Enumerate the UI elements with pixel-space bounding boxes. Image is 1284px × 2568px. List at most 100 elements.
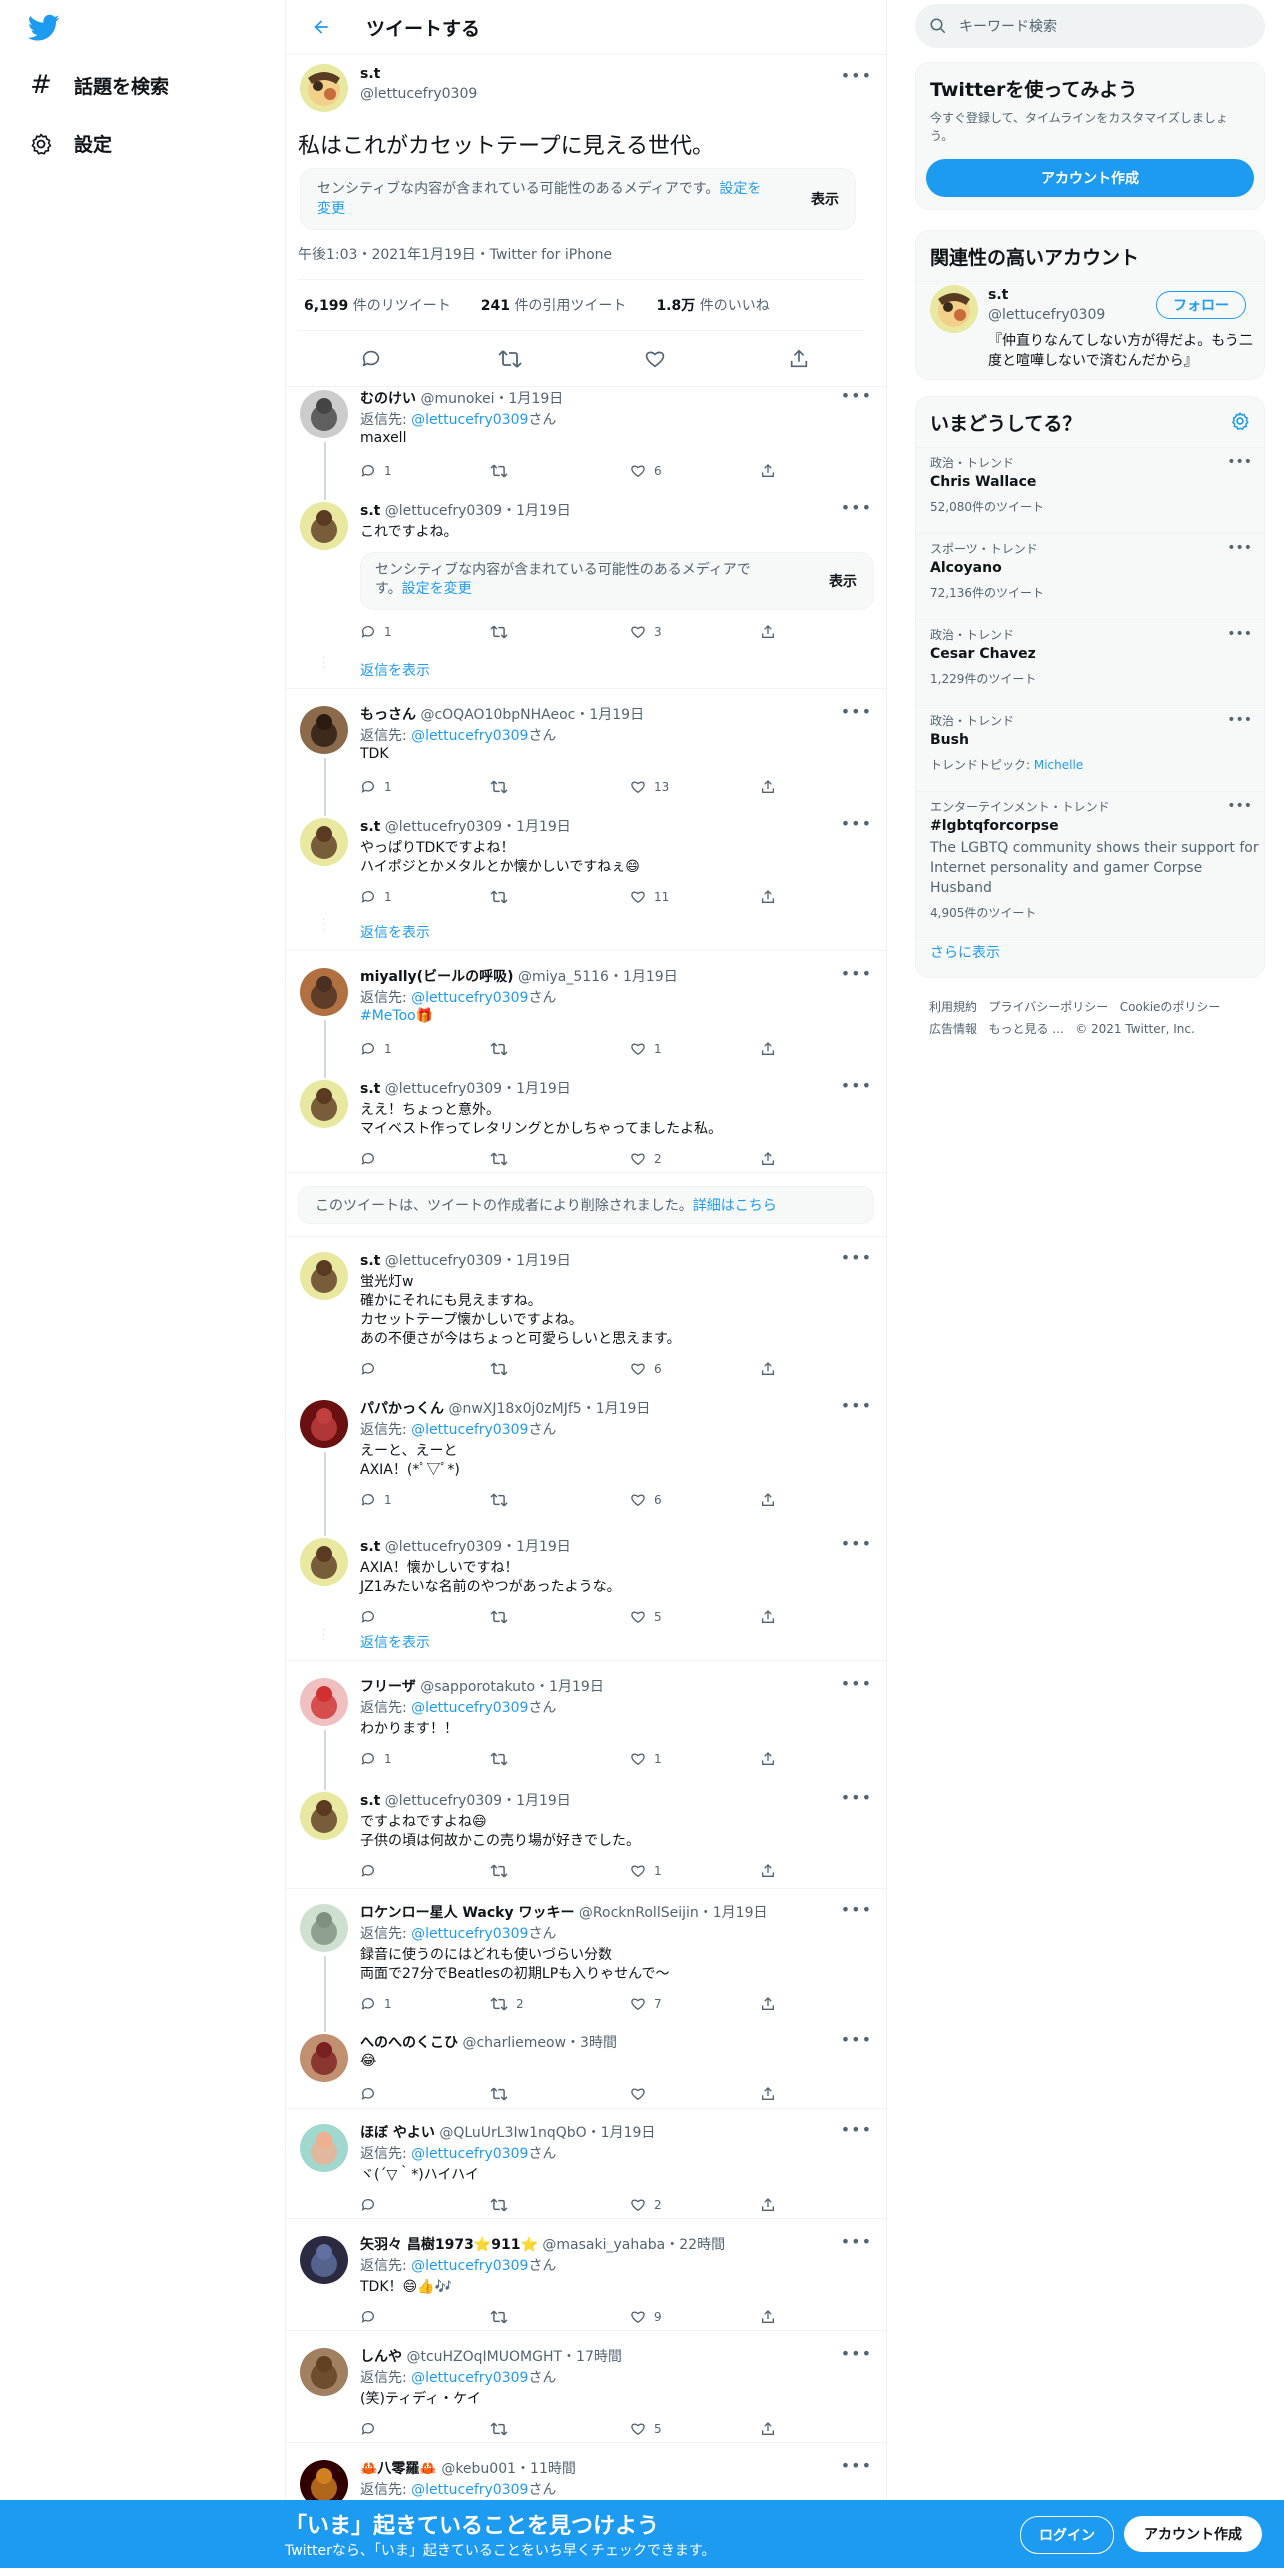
more-options-icon[interactable]: •••	[1227, 454, 1252, 470]
author-name[interactable]: s.t	[360, 1793, 380, 1809]
tweet-time[interactable]: 1月19日	[549, 1679, 604, 1695]
tweet-time[interactable]: 1月19日	[516, 1539, 571, 1555]
gear-icon[interactable]	[1230, 411, 1250, 431]
avatar[interactable]	[300, 1252, 348, 1300]
reply-to-handle[interactable]: @lettucefry0309	[411, 1926, 528, 1942]
author-handle[interactable]: @lettucefry0309	[385, 503, 502, 519]
footer-link[interactable]: 広告情報	[929, 1022, 977, 1036]
trend-item[interactable]: 政治・トレンド Chris Wallace 52,080件のツイート •••	[916, 447, 1264, 534]
trend-item[interactable]: エンターテインメント・トレンド #lgbtqforcorpse The LGBT…	[916, 791, 1264, 920]
like-action[interactable]: 9	[630, 2309, 662, 2325]
author-name[interactable]: ロケンロー星人 Wacky ワッキー	[360, 1905, 574, 1921]
more-options-icon[interactable]: •••	[841, 386, 872, 405]
share-action[interactable]	[760, 1996, 776, 2012]
share-action[interactable]	[760, 624, 776, 640]
retweet-count[interactable]: 6,199 件のリツイート	[304, 295, 451, 315]
author-handle[interactable]: @sapporotakuto	[420, 1679, 535, 1695]
author-name[interactable]: もっさん	[360, 707, 416, 723]
more-options-icon[interactable]: •••	[841, 2232, 872, 2251]
share-action[interactable]	[760, 1361, 776, 1377]
reply-action[interactable]	[360, 2086, 384, 2102]
avatar[interactable]	[300, 2348, 348, 2396]
tweet-time[interactable]: 11時間	[530, 2461, 576, 2477]
like-action[interactable]: 6	[630, 463, 662, 479]
tweet-time[interactable]: 22時間	[679, 2237, 725, 2253]
settings-change-link[interactable]: 設定を	[719, 181, 761, 197]
share-action[interactable]	[760, 889, 776, 905]
nav-explore[interactable]: # 話題を検索	[28, 70, 169, 100]
reply-action[interactable]: 1	[360, 1751, 392, 1767]
author-handle[interactable]: @munokei	[420, 391, 494, 407]
author-handle[interactable]: @charliemeow	[462, 2035, 566, 2051]
twitter-logo-icon[interactable]	[27, 14, 60, 46]
search-bar[interactable]: キーワード検索	[915, 4, 1265, 48]
share-action[interactable]	[760, 2086, 776, 2102]
author-name[interactable]: miyally(ビールの呼吸)	[360, 969, 513, 985]
share-action[interactable]	[760, 2197, 776, 2213]
reply-to-handle[interactable]: @lettucefry0309	[411, 1422, 528, 1438]
tweet-time[interactable]: 1月19日	[516, 1793, 571, 1809]
retweet-action[interactable]	[490, 1041, 516, 1057]
footer-link[interactable]: 利用規約	[929, 1000, 977, 1014]
show-replies-link[interactable]: 返信を表示	[360, 922, 430, 942]
avatar[interactable]	[300, 1904, 348, 1952]
more-options-icon[interactable]: •••	[841, 2030, 872, 2049]
tweet-time[interactable]: 3時間	[580, 2035, 617, 2051]
like-action[interactable]: 11	[630, 889, 669, 905]
tweet-time[interactable]: 1月19日	[589, 707, 644, 723]
author-name[interactable]: むのけい	[360, 391, 416, 407]
learn-more-link[interactable]: 詳細はこちら	[693, 1195, 777, 1215]
trend-item[interactable]: スポーツ・トレンド Alcoyano 72,136件のツイート •••	[916, 533, 1264, 620]
create-account-button[interactable]: アカウント作成	[926, 159, 1254, 197]
nav-settings[interactable]: 設定	[28, 130, 112, 157]
author-name[interactable]: s.t	[360, 503, 380, 519]
reply-action[interactable]	[360, 2309, 384, 2325]
like-action[interactable]: 5	[630, 2421, 662, 2437]
show-replies-link[interactable]: 返信を表示	[360, 1632, 430, 1652]
retweet-action[interactable]	[490, 463, 516, 479]
author-handle[interactable]: @lettucefry0309	[385, 1793, 502, 1809]
show-media-button[interactable]: 表示	[811, 189, 839, 209]
author-handle[interactable]: @lettucefry0309	[385, 1539, 502, 1555]
reply-action[interactable]: 1	[360, 889, 392, 905]
related-name[interactable]: s.t	[988, 287, 1008, 303]
signup-button[interactable]: アカウント作成	[1124, 2516, 1262, 2552]
like-action[interactable]: 3	[630, 624, 662, 640]
footer-link[interactable]: Cookieのポリシー	[1120, 1000, 1221, 1014]
reply-to-handle[interactable]: @lettucefry0309	[411, 2482, 528, 2498]
tweet-time[interactable]: 1月19日	[516, 503, 571, 519]
trend-topic-link[interactable]: Michelle	[1034, 758, 1083, 772]
more-options-icon[interactable]: •••	[841, 1788, 872, 1807]
more-options-icon[interactable]: •••	[841, 66, 872, 85]
quote-count[interactable]: 241 件の引用ツイート	[481, 295, 627, 315]
tweet-time[interactable]: 1月19日	[601, 2125, 656, 2141]
like-icon[interactable]	[644, 348, 666, 374]
retweet-action[interactable]	[490, 779, 516, 795]
tweet-time[interactable]: 1月19日	[509, 391, 564, 407]
reply-to-handle[interactable]: @lettucefry0309	[411, 2370, 528, 2386]
avatar[interactable]	[300, 968, 348, 1016]
avatar[interactable]	[300, 1400, 348, 1448]
author-handle[interactable]: @RocknRollSeijin	[579, 1905, 699, 1921]
more-options-icon[interactable]: •••	[841, 702, 872, 721]
author-handle[interactable]: @tcuHZOqIMUOMGHT	[406, 2349, 562, 2365]
show-media-button[interactable]: 表示	[829, 571, 857, 591]
share-action[interactable]	[760, 1151, 776, 1167]
reply-to-handle[interactable]: @lettucefry0309	[411, 2258, 528, 2274]
author-name[interactable]: s.t	[360, 1253, 380, 1269]
login-button[interactable]: ログイン	[1020, 2516, 1114, 2554]
author-name[interactable]: s.t	[360, 819, 380, 835]
more-options-icon[interactable]: •••	[841, 1900, 872, 1919]
retweet-action[interactable]	[490, 1609, 516, 1625]
tweet-time[interactable]: 1月19日	[713, 1905, 768, 1921]
like-action[interactable]: 2	[630, 1151, 662, 1167]
author-handle[interactable]: @kebu001	[441, 2461, 516, 2477]
author-name[interactable]: しんや	[360, 2349, 402, 2365]
retweet-action[interactable]	[490, 1151, 516, 1167]
avatar[interactable]	[930, 285, 978, 333]
author-handle[interactable]: @cOQAO10bpNHAeoc	[420, 707, 575, 723]
like-count[interactable]: 1.8万 件のいいね	[656, 295, 769, 315]
retweet-action[interactable]	[490, 1863, 516, 1879]
share-action[interactable]	[760, 2421, 776, 2437]
related-handle[interactable]: @lettucefry0309	[988, 307, 1105, 323]
